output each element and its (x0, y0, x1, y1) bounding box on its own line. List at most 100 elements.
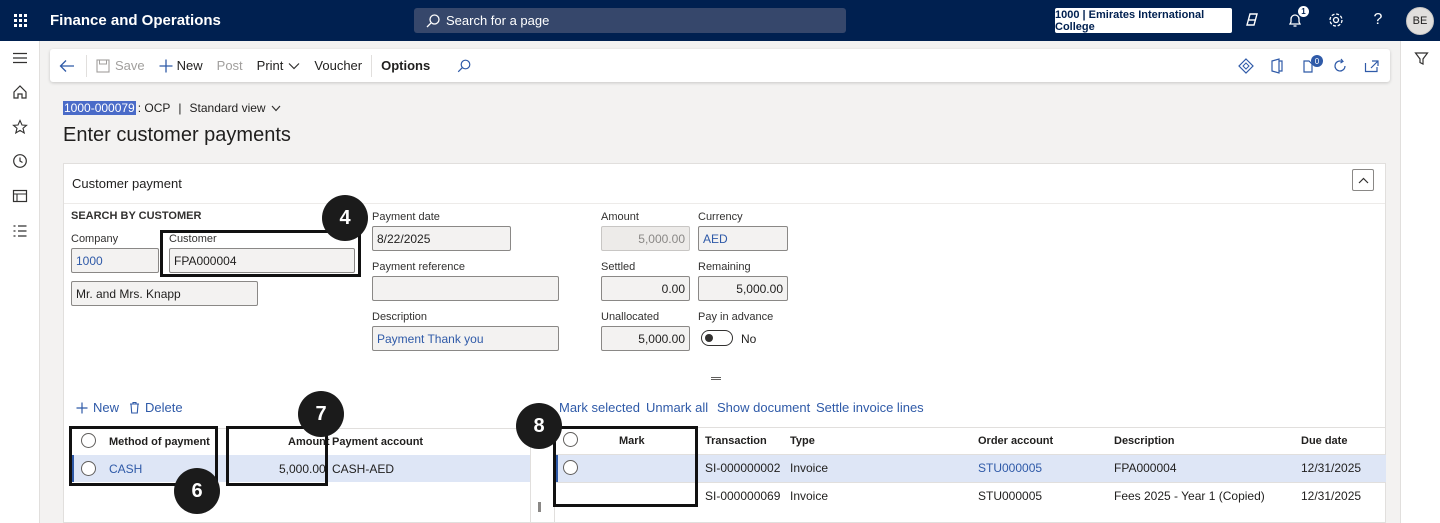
office-icon[interactable] (1262, 49, 1292, 82)
waffle-icon (13, 14, 27, 27)
unallocated-label: Unallocated (601, 311, 660, 323)
page-title: Enter customer payments (63, 124, 291, 146)
search-placeholder: Search for a page (446, 13, 550, 28)
plus-icon (159, 59, 173, 72)
payment-account-cell[interactable]: CASH-AED (332, 462, 394, 476)
type-cell[interactable]: Invoice (790, 489, 828, 503)
record-id[interactable]: 1000-000079 (63, 101, 136, 115)
print-menu-button[interactable]: Print (250, 49, 308, 82)
unmark-all-button[interactable]: Unmark all (646, 400, 708, 415)
column-due-date[interactable]: Due date (1301, 435, 1347, 447)
settled-field: 0.00 (601, 276, 690, 301)
post-button[interactable]: Post (210, 49, 250, 82)
transaction-cell[interactable]: SI-000000069 (705, 489, 780, 503)
highlight-box-mark (553, 426, 698, 507)
search-by-customer-heading: SEARCH BY CUSTOMER (71, 210, 202, 222)
help-button[interactable]: ? (1368, 10, 1388, 30)
power-apps-icon[interactable] (1230, 49, 1262, 82)
scrollbar-thumb[interactable] (538, 502, 541, 512)
settle-invoice-lines-button[interactable]: Settle invoice lines (816, 400, 924, 415)
transaction-cell[interactable]: SI-000000002 (705, 461, 780, 475)
callout-8: 8 (516, 403, 562, 449)
description-label: Description (372, 311, 428, 323)
breadcrumb: 1000-000079 : OCP | Standard view (63, 101, 281, 115)
breadcrumb-separator: | (178, 101, 182, 115)
callout-6: 6 (174, 468, 220, 514)
payment-line-delete-button[interactable]: Delete (129, 400, 183, 415)
highlight-box-customer (160, 230, 361, 277)
workspaces-icon[interactable] (11, 187, 29, 205)
favorites-star-icon[interactable] (11, 118, 29, 136)
pay-in-advance-label: Pay in advance (698, 311, 774, 323)
refresh-icon[interactable] (1324, 49, 1356, 82)
voucher-button[interactable]: Voucher (307, 49, 369, 82)
company-field[interactable]: 1000 (71, 248, 159, 273)
column-order-account[interactable]: Order account (978, 435, 1053, 447)
chevron-up-icon (1358, 177, 1368, 183)
view-selector[interactable]: Standard view (190, 101, 281, 115)
payment-reference-field[interactable] (372, 276, 559, 301)
payment-date-field[interactable]: 8/22/2025 (372, 226, 511, 251)
trash-icon (130, 401, 139, 414)
amount-label: Amount (601, 211, 639, 223)
due-date-cell[interactable]: 12/31/2025 (1301, 489, 1361, 503)
currency-label: Currency (698, 211, 743, 223)
save-icon (96, 58, 110, 73)
notifications-button[interactable]: 1 (1285, 6, 1309, 30)
global-search-input[interactable]: Search for a page (414, 8, 846, 33)
action-pane: Save New Post Print Voucher Options 0 (50, 49, 1390, 82)
top-bar: Finance and Operations Search for a page… (0, 0, 1440, 41)
settled-label: Settled (601, 261, 636, 273)
currency-field[interactable]: AED (698, 226, 788, 251)
options-tab[interactable]: Options (374, 49, 437, 82)
order-account-cell[interactable]: STU000005 (978, 461, 1042, 475)
description-cell[interactable]: Fees 2025 - Year 1 (Copied) (1114, 489, 1265, 503)
remaining-field: 5,000.00 (698, 276, 788, 301)
back-arrow-icon (59, 59, 74, 72)
order-account-cell[interactable]: STU000005 (978, 489, 1042, 503)
company-label: Company (71, 233, 119, 245)
column-description[interactable]: Description (1114, 435, 1175, 447)
column-transaction[interactable]: Transaction (705, 435, 767, 447)
open-new-window-icon[interactable] (1356, 49, 1390, 82)
avatar[interactable]: BE (1406, 7, 1434, 35)
app-launcher-button[interactable] (0, 0, 40, 41)
divider (86, 54, 87, 77)
navigation-pane (0, 41, 40, 523)
back-button[interactable] (50, 49, 84, 82)
card-header[interactable]: Customer payment (64, 164, 1385, 204)
question-icon: ? (1373, 11, 1383, 28)
column-payment-account[interactable]: Payment account (332, 436, 423, 448)
due-date-cell[interactable]: 12/31/2025 (1301, 461, 1361, 475)
save-button[interactable]: Save (89, 49, 152, 82)
new-button[interactable]: New (152, 49, 210, 82)
pay-in-advance-toggle[interactable] (701, 330, 733, 346)
home-icon[interactable] (11, 83, 29, 101)
mark-selected-button[interactable]: Mark selected (559, 400, 640, 415)
pay-in-advance-value: No (741, 332, 757, 346)
attachments-button[interactable]: 0 (1292, 49, 1324, 82)
copilot-icon[interactable] (1242, 10, 1262, 30)
splitter-handle[interactable] (711, 377, 721, 380)
recent-clock-icon[interactable] (11, 152, 29, 170)
show-document-button[interactable]: Show document (717, 400, 810, 415)
filter-icon[interactable] (1412, 49, 1430, 67)
description-cell[interactable]: FPA000004 (1114, 461, 1177, 475)
hamburger-icon[interactable] (11, 49, 29, 67)
chevron-down-icon (288, 62, 300, 69)
payment-line-new-button[interactable]: New (76, 400, 119, 415)
plus-icon (76, 402, 88, 413)
payment-date-label: Payment date (372, 211, 440, 223)
collapse-button[interactable] (1352, 169, 1374, 191)
callout-4: 4 (322, 195, 368, 241)
company-picker[interactable]: 1000 | Emirates International College (1055, 8, 1232, 33)
app-title: Finance and Operations (50, 12, 221, 29)
modules-list-icon[interactable] (11, 222, 29, 240)
action-search-button[interactable] (437, 49, 491, 82)
type-cell[interactable]: Invoice (790, 461, 828, 475)
gear-icon (1329, 13, 1343, 27)
settings-button[interactable] (1326, 10, 1346, 30)
description-field[interactable]: Payment Thank you (372, 326, 559, 351)
column-type[interactable]: Type (790, 435, 815, 447)
search-icon (426, 13, 440, 27)
